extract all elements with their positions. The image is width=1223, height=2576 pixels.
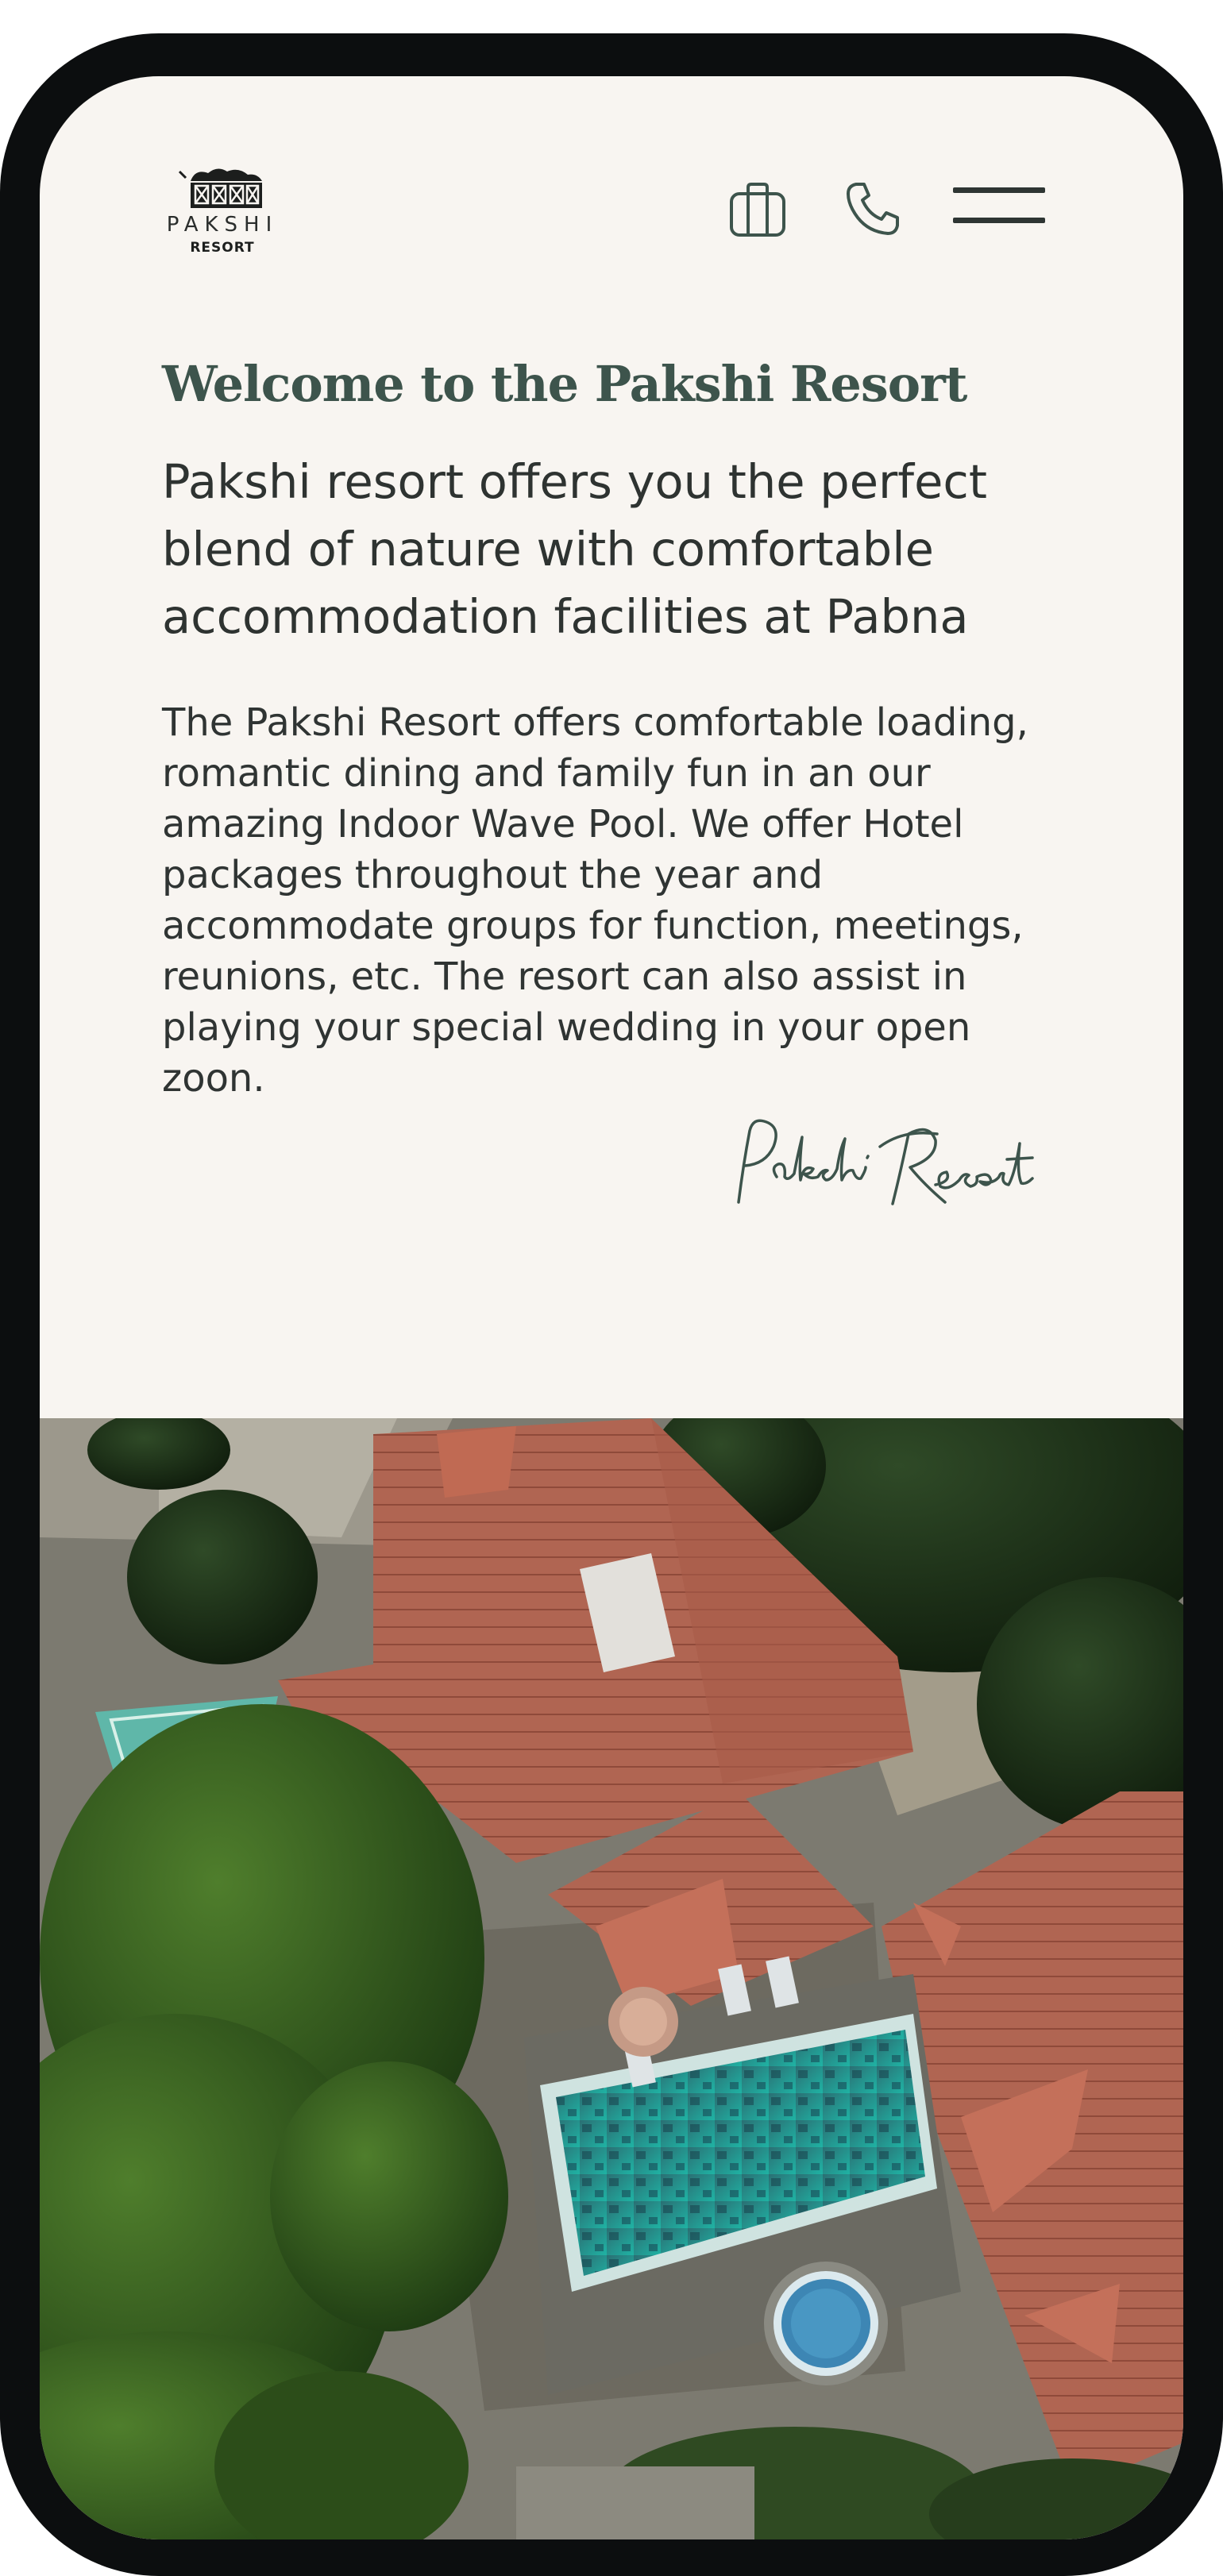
call-button[interactable] <box>845 181 901 237</box>
phone-icon <box>847 183 899 235</box>
resort-building-logo-icon <box>178 168 262 208</box>
description-paragraph: The Pakshi Resort offers comfortable loa… <box>162 700 1028 1101</box>
resort-logo[interactable]: PAKSHI RESORT <box>160 162 287 256</box>
menu-line-bottom <box>953 218 1045 223</box>
resort-aerial-photo <box>40 1418 1183 2539</box>
signature-image <box>737 1119 1034 1205</box>
bookings-button[interactable] <box>729 181 786 238</box>
briefcase-icon <box>730 183 785 237</box>
screen: PAKSHI RESORT Welcome to the Pakshi Reso… <box>40 76 1183 2539</box>
page-title: Welcome to the Pakshi Resort <box>162 355 967 413</box>
device-frame: PAKSHI RESORT Welcome to the Pakshi Reso… <box>0 33 1223 2576</box>
logo-subtitle: RESORT <box>190 240 255 256</box>
hamburger-menu-icon[interactable] <box>953 187 1045 229</box>
logo-wordmark: PAKSHI <box>166 213 279 237</box>
lead-paragraph: Pakshi resort offers you the perfect ble… <box>162 454 987 644</box>
menu-line-top <box>953 187 1045 193</box>
